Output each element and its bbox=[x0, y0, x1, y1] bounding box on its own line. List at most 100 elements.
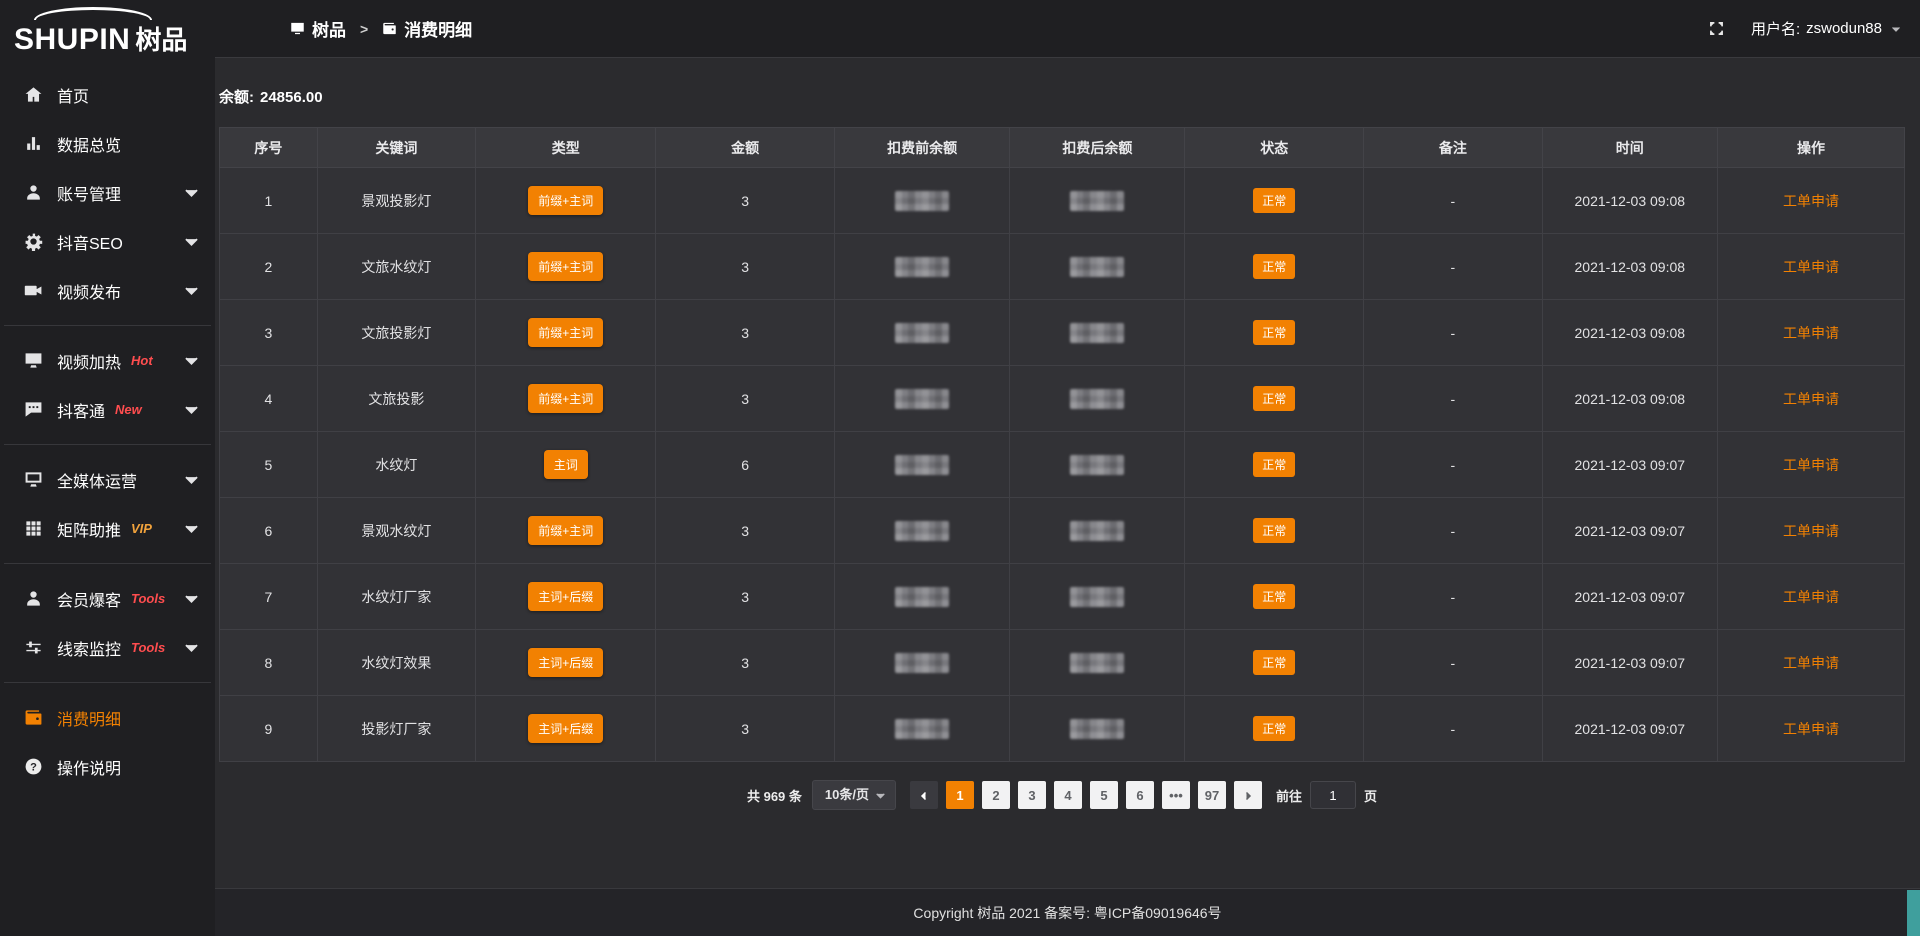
cell-seq: 9 bbox=[220, 696, 318, 762]
sidebar-item-douyin-seo[interactable]: 抖音SEO bbox=[0, 217, 215, 266]
work-order-link[interactable]: 工单申请 bbox=[1783, 655, 1839, 671]
cell-balance-before bbox=[834, 630, 1009, 696]
cell-keyword: 文旅水纹灯 bbox=[317, 234, 475, 300]
sidebar-divider bbox=[4, 563, 211, 564]
cell-time: 2021-12-03 09:07 bbox=[1542, 696, 1717, 762]
cell-status: 正常 bbox=[1185, 168, 1364, 234]
cell-action: 工单申请 bbox=[1717, 168, 1904, 234]
cell-balance-before bbox=[834, 564, 1009, 630]
cell-note: - bbox=[1364, 432, 1543, 498]
sidebar-item-label: 抖客通 bbox=[57, 398, 105, 422]
cell-amount: 3 bbox=[656, 564, 835, 630]
redacted-balance-after bbox=[1070, 191, 1124, 211]
table-row: 3文旅投影灯前缀+主词3正常-2021-12-03 09:08工单申请 bbox=[220, 300, 1905, 366]
cell-balance-before bbox=[834, 696, 1009, 762]
pager: 123456 ••• 97 bbox=[910, 781, 1262, 809]
work-order-link[interactable]: 工单申请 bbox=[1783, 721, 1839, 737]
sidebar-divider bbox=[4, 444, 211, 445]
page-button-97[interactable]: 97 bbox=[1198, 781, 1226, 809]
work-order-link[interactable]: 工单申请 bbox=[1783, 325, 1839, 341]
sidebar-item-home[interactable]: 首页 bbox=[0, 70, 215, 119]
cell-amount: 3 bbox=[656, 498, 835, 564]
cell-type: 主词 bbox=[476, 432, 656, 498]
cell-status: 正常 bbox=[1185, 366, 1364, 432]
cell-balance-before bbox=[834, 300, 1009, 366]
sidebar-item-label: 操作说明 bbox=[57, 755, 121, 779]
sidebar-item-account-management[interactable]: 账号管理 bbox=[0, 168, 215, 217]
work-order-link[interactable]: 工单申请 bbox=[1783, 523, 1839, 539]
sliders-icon bbox=[24, 638, 43, 657]
content: 余额:24856.00 序号关键词类型金额扣费前余额扣费后余额状态备注时间操作 … bbox=[215, 58, 1920, 888]
breadcrumb-item-shupin[interactable]: 树品 bbox=[290, 16, 346, 41]
page-size-select[interactable]: 10条/页 bbox=[812, 780, 896, 810]
chevron-down-icon bbox=[182, 183, 201, 202]
redacted-balance-after bbox=[1070, 719, 1124, 739]
prev-page-button[interactable] bbox=[910, 781, 938, 809]
goto-page-input[interactable] bbox=[1310, 781, 1356, 809]
cell-action: 工单申请 bbox=[1717, 498, 1904, 564]
topbar: 树品 > 消费明细 用户名: zswodun88 bbox=[215, 0, 1920, 58]
cell-note: - bbox=[1364, 630, 1543, 696]
more-pages-button[interactable]: ••• bbox=[1162, 781, 1190, 809]
fullscreen-icon[interactable] bbox=[1708, 20, 1725, 37]
sidebar-nav: 首页数据总览账号管理抖音SEO视频发布视频加热Hot 抖客通 New 全媒体运营矩阵助… bbox=[0, 70, 215, 791]
page-button-3[interactable]: 3 bbox=[1018, 781, 1046, 809]
sidebar-divider bbox=[4, 325, 211, 326]
sidebar-item-member-baoke[interactable]: 会员爆客Tools bbox=[0, 574, 215, 623]
page-button-1[interactable]: 1 bbox=[946, 781, 974, 809]
cell-status: 正常 bbox=[1185, 432, 1364, 498]
sidebar-item-all-media-operation[interactable]: 全媒体运营 bbox=[0, 455, 215, 504]
screen-icon bbox=[290, 21, 305, 36]
redacted-balance-after bbox=[1070, 587, 1124, 607]
page-button-4[interactable]: 4 bbox=[1054, 781, 1082, 809]
sidebar-item-label: 视频加热 bbox=[57, 349, 121, 373]
table-row: 7水纹灯厂家主词+后缀3正常-2021-12-03 09:07工单申请 bbox=[220, 564, 1905, 630]
page-button-2[interactable]: 2 bbox=[982, 781, 1010, 809]
type-badge: 前缀+主词 bbox=[528, 384, 603, 413]
sidebar-item-consumption-detail[interactable]: 消费明细 bbox=[0, 693, 215, 742]
cell-action: 工单申请 bbox=[1717, 234, 1904, 300]
user-menu[interactable]: 用户名: zswodun88 bbox=[1751, 18, 1902, 39]
breadcrumb-label: 树品 bbox=[312, 16, 346, 41]
cell-balance-before bbox=[834, 498, 1009, 564]
status-badge: 正常 bbox=[1253, 518, 1295, 543]
sidebar-item-video-publish[interactable]: 视频发布 bbox=[0, 266, 215, 315]
status-badge: 正常 bbox=[1253, 386, 1295, 411]
wallet-icon bbox=[382, 21, 397, 36]
cell-balance-after bbox=[1010, 168, 1185, 234]
breadcrumb-separator: > bbox=[360, 21, 368, 37]
sidebar-item-badge: New bbox=[115, 402, 142, 417]
sidebar-item-video-heat[interactable]: 视频加热Hot bbox=[0, 336, 215, 385]
user-icon bbox=[24, 183, 43, 202]
work-order-link[interactable]: 工单申请 bbox=[1783, 457, 1839, 473]
cell-seq: 3 bbox=[220, 300, 318, 366]
work-order-link[interactable]: 工单申请 bbox=[1783, 589, 1839, 605]
page-size-value: 10条/页 bbox=[825, 787, 869, 802]
chevron-down-icon bbox=[182, 400, 201, 419]
next-page-button[interactable] bbox=[1234, 781, 1262, 809]
page-button-6[interactable]: 6 bbox=[1126, 781, 1154, 809]
scrollbar-thumb[interactable] bbox=[1907, 890, 1920, 936]
cell-action: 工单申请 bbox=[1717, 630, 1904, 696]
sidebar-item-operation-guide[interactable]: ?操作说明 bbox=[0, 742, 215, 791]
sidebar-item-douketong[interactable]: 抖客通 New bbox=[0, 385, 215, 434]
table-row: 9投影灯厂家主词+后缀3正常-2021-12-03 09:07工单申请 bbox=[220, 696, 1905, 762]
cell-note: - bbox=[1364, 168, 1543, 234]
main: 树品 > 消费明细 用户名: zswodun88 余额:24856.00 bbox=[215, 0, 1920, 936]
sidebar-item-data-overview[interactable]: 数据总览 bbox=[0, 119, 215, 168]
status-badge: 正常 bbox=[1253, 254, 1295, 279]
cell-type: 主词+后缀 bbox=[476, 564, 656, 630]
app: SHUPIN树品 首页数据总览账号管理抖音SEO视频发布视频加热Hot抖客通Ne… bbox=[0, 0, 1920, 936]
sidebar-item-clue-monitor[interactable]: 线索监控Tools bbox=[0, 623, 215, 672]
work-order-link[interactable]: 工单申请 bbox=[1783, 193, 1839, 209]
breadcrumb-item-consumption[interactable]: 消费明细 bbox=[382, 16, 472, 41]
page-button-5[interactable]: 5 bbox=[1090, 781, 1118, 809]
work-order-link[interactable]: 工单申请 bbox=[1783, 391, 1839, 407]
cell-time: 2021-12-03 09:08 bbox=[1542, 234, 1717, 300]
table-header-row: 序号关键词类型金额扣费前余额扣费后余额状态备注时间操作 bbox=[220, 128, 1905, 168]
work-order-link[interactable]: 工单申请 bbox=[1783, 259, 1839, 275]
sidebar-item-matrix-boost[interactable]: 矩阵助推VIP bbox=[0, 504, 215, 553]
goto-page: 前往 页 bbox=[1276, 781, 1377, 809]
redacted-balance-after bbox=[1070, 257, 1124, 277]
monitor-play-icon bbox=[24, 351, 43, 370]
